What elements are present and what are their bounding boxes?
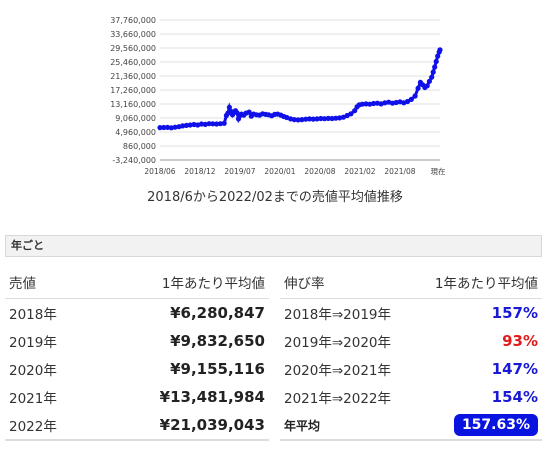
y-tick-label: 9,060,000 (115, 114, 156, 123)
growth-rate: 147% (491, 360, 538, 378)
table-row: 2022年 ¥21,039,043 (5, 411, 269, 441)
y-tick-label: 37,760,000 (110, 16, 156, 25)
section-title-yearly: 年ごと (5, 235, 542, 257)
yearly-price-table: 売値 1年あたり平均値 2018年 ¥6,280,847 2019年 ¥9,83… (5, 266, 269, 441)
x-tick-label: 2020/08 (304, 167, 335, 176)
average-price: ¥13,481,984 (159, 388, 265, 406)
y-tick-label: 21,360,000 (110, 72, 156, 81)
x-tick-label: 2020/01 (264, 167, 295, 176)
x-tick-label: 2018/12 (184, 167, 215, 176)
average-price: ¥21,039,043 (92, 411, 269, 441)
year-label: 2018年 (9, 307, 57, 323)
price-trend-chart: 37,760,000 33,660,000 29,560,000 25,460,000… (110, 16, 446, 176)
table-row: 2021年⇒2022年 154% (280, 383, 542, 411)
average-column-header: 1年あたり平均値 (413, 266, 542, 299)
table-header-row: 売値 1年あたり平均値 (5, 266, 269, 299)
data-point (424, 83, 430, 89)
y-tick-label: 29,560,000 (110, 44, 156, 53)
y-axis-tick-labels: 37,760,000 33,660,000 29,560,000 25,460,000… (110, 16, 156, 165)
period-label: 2020年⇒2021年 (284, 363, 392, 379)
growth-column-header: 伸び率 (280, 266, 414, 299)
table-row: 2021年 ¥13,481,984 (5, 383, 269, 411)
annual-average-label: 年平均 (280, 411, 414, 441)
average-price: ¥9,832,650 (170, 332, 265, 350)
data-point (412, 93, 418, 99)
table-header-row: 伸び率 1年あたり平均値 (280, 266, 542, 299)
y-tick-label: 860,000 (123, 142, 156, 151)
table-row: 2019年 ¥9,832,650 (5, 327, 269, 355)
table-row: 年平均 157.63% (280, 411, 542, 441)
growth-rate: 93% (502, 332, 538, 350)
y-tick-label: 4,960,000 (115, 128, 156, 137)
data-point (221, 120, 227, 126)
y-tick-label: 13,160,000 (110, 100, 156, 109)
period-label: 2018年⇒2019年 (284, 307, 392, 323)
data-point (437, 47, 443, 53)
average-column-header: 1年あたり平均値 (92, 266, 269, 299)
table-row: 2020年 ¥9,155,116 (5, 355, 269, 383)
year-label: 2019年 (9, 335, 57, 351)
yearly-growth-table: 伸び率 1年あたり平均値 2018年⇒2019年 157% 2019年⇒2020… (280, 266, 542, 441)
year-label: 2022年 (5, 411, 93, 441)
table-row: 2020年⇒2021年 147% (280, 355, 542, 383)
data-point (433, 58, 439, 65)
y-tick-label: -3,240,000 (112, 156, 156, 165)
annual-average-badge: 157.63% (453, 414, 538, 436)
growth-rate: 154% (491, 388, 538, 406)
average-price: ¥6,280,847 (170, 304, 265, 322)
data-point (429, 74, 435, 80)
x-tick-label: 2019/07 (224, 167, 255, 176)
y-tick-label: 25,460,000 (110, 58, 156, 67)
year-label: 2020年 (9, 363, 57, 379)
period-label: 2021年⇒2022年 (284, 391, 392, 407)
chart-gridlines (160, 19, 440, 161)
data-point (432, 64, 438, 70)
price-column-header: 売値 (5, 266, 93, 299)
chart-caption: 2018/6から2022/02までの売値平均値推移 (147, 190, 403, 205)
y-tick-label: 33,660,000 (110, 30, 156, 39)
annual-average-cell: 157.63% (413, 411, 542, 441)
year-label: 2021年 (9, 391, 57, 407)
growth-rate: 157% (491, 304, 538, 322)
x-tick-label: 2021/08 (384, 167, 415, 176)
x-axis-tick-labels: 2018/06 2018/12 2019/07 2020/01 2020/08 2021/… (144, 166, 446, 176)
y-tick-label: 17,260,000 (110, 86, 156, 95)
table-row: 2019年⇒2020年 93% (280, 327, 542, 355)
x-tick-label: 現在 (431, 166, 446, 176)
average-price: ¥9,155,116 (170, 360, 265, 378)
period-label: 2019年⇒2020年 (284, 335, 392, 351)
x-tick-label: 2018/06 (144, 167, 175, 176)
x-tick-label: 2021/02 (344, 167, 375, 176)
data-point (430, 69, 436, 75)
data-point (415, 85, 421, 91)
table-row: 2018年⇒2019年 157% (280, 299, 542, 328)
table-row: 2018年 ¥6,280,847 (5, 299, 269, 328)
